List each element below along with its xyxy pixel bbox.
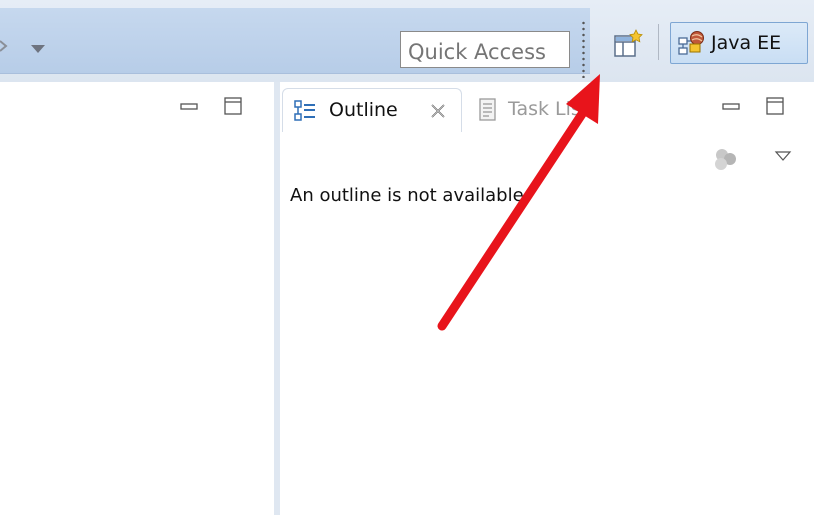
chevron-right-icon[interactable] (0, 38, 10, 54)
minimize-icon[interactable] (720, 96, 742, 118)
perspective-label: Java EE (711, 32, 782, 54)
focus-on-active-task-icon[interactable] (710, 146, 740, 172)
outline-empty-message: An outline is not available. (290, 185, 530, 206)
tab-outline-label: Outline (329, 99, 398, 121)
left-view-stack (0, 82, 274, 515)
toolbar-trim (0, 8, 590, 78)
outline-icon (294, 100, 315, 121)
toolbar-grip[interactable] (581, 20, 586, 78)
task-list-icon (479, 98, 496, 121)
main-toolbar: Java EE (0, 0, 814, 82)
java-ee-perspective-icon (678, 31, 704, 55)
tab-task-list[interactable]: Task List (470, 88, 620, 132)
maximize-icon[interactable] (222, 95, 244, 117)
close-icon[interactable] (429, 102, 447, 120)
tab-outline[interactable]: Outline (282, 88, 462, 132)
java-ee-perspective-button[interactable]: Java EE (670, 22, 808, 64)
open-perspective-icon[interactable] (612, 28, 644, 60)
outline-view-stack: Outline Task List An outline is not avai… (280, 82, 814, 515)
quick-access-input[interactable] (400, 31, 570, 68)
view-menu-icon[interactable] (774, 150, 792, 162)
chevron-down-icon[interactable] (30, 44, 46, 54)
tab-task-list-label: Task List (508, 98, 589, 120)
maximize-icon[interactable] (764, 95, 786, 117)
minimize-icon[interactable] (178, 96, 200, 118)
toolbar-separator (658, 24, 659, 60)
